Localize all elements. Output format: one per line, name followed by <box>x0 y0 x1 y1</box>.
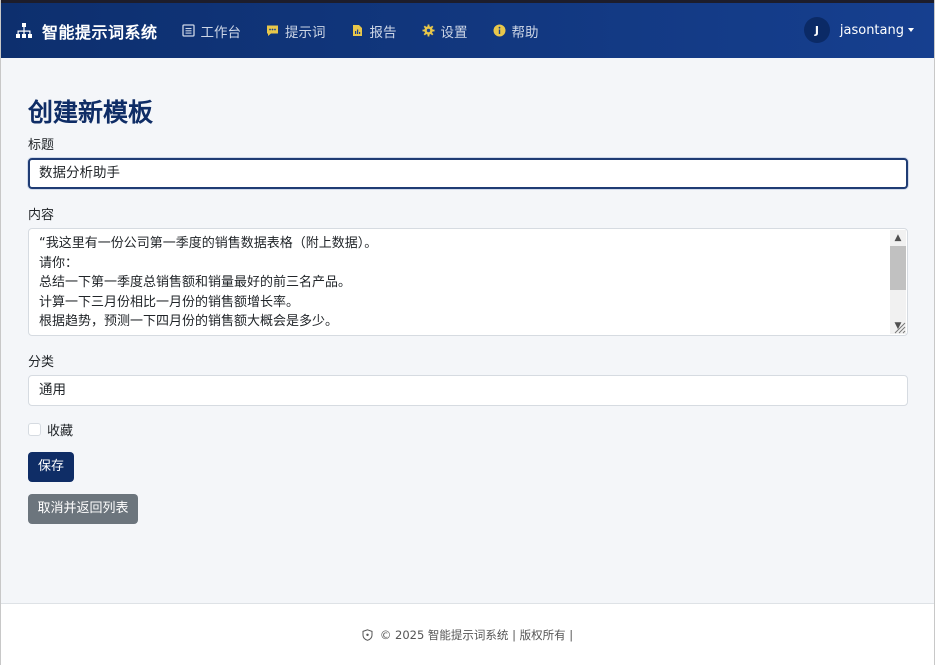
nav-label-reports: 报告 <box>369 24 397 41</box>
nav-label-workbench: 工作台 <box>200 24 242 41</box>
footer-text: © 2025 智能提示词系统 | 版权所有 | <box>379 627 574 642</box>
footer: © 2025 智能提示词系统 | 版权所有 | <box>1 603 934 665</box>
user-menu[interactable]: J jasontang <box>803 17 914 43</box>
username: jasontang <box>839 22 904 38</box>
nav-item-settings[interactable]: 设置 <box>422 21 468 41</box>
nav-label-prompts: 提示词 <box>285 24 326 41</box>
chevron-down-icon <box>908 28 914 32</box>
create-template-form: 创建新模板 标题 数据分析助手 内容 “我这里有一份公司第一季度的销售数据表格（… <box>28 96 908 524</box>
brand-title: 智能提示词系统 <box>42 22 158 42</box>
clipboard-icon <box>181 24 195 37</box>
top-navbar: 智能提示词系统 工作台 提示词 报告 设置 帮助 J jasontang <box>1 0 934 58</box>
cancel-button[interactable]: 取消并返回列表 <box>28 494 138 524</box>
content-line: 计算一下三月份相比一月份的销售额增长率。 <box>39 294 300 310</box>
brand[interactable]: 智能提示词系统 <box>15 19 158 43</box>
gear-icon <box>422 24 435 37</box>
nav-label-settings: 设置 <box>440 24 468 41</box>
favorite-row: 收藏 <box>28 420 908 439</box>
favorite-label[interactable]: 收藏 <box>47 420 73 439</box>
info-icon <box>493 24 506 37</box>
content-textarea[interactable]: “我这里有一份公司第一季度的销售数据表格（附上数据）。 请你： 总结一下第一季度总销… <box>28 228 908 336</box>
scroll-up-icon[interactable]: ▲ <box>890 230 906 246</box>
nav-item-workbench[interactable]: 工作台 <box>181 21 242 41</box>
shield-icon <box>362 628 373 641</box>
title-label: 标题 <box>28 138 55 153</box>
content-line: 总结一下第一季度总销售额和销量最好的前三名产品。 <box>39 275 352 290</box>
save-button[interactable]: 保存 <box>28 452 74 482</box>
nav-item-prompts[interactable]: 提示词 <box>266 21 326 41</box>
report-icon <box>352 25 362 36</box>
sitemap-icon <box>16 22 32 38</box>
avatar: J <box>803 17 830 43</box>
main-nav: 工作台 提示词 报告 设置 帮助 <box>181 21 564 41</box>
category-input[interactable]: 通用 <box>28 375 908 406</box>
chat-icon <box>267 25 279 36</box>
page-title: 创建新模板 <box>28 98 154 127</box>
textarea-scrollbar[interactable]: ▲ ▼ <box>890 230 906 334</box>
title-input[interactable]: 数据分析助手 <box>28 158 908 189</box>
favorite-checkbox[interactable] <box>28 423 41 436</box>
nav-item-help[interactable]: 帮助 <box>493 21 539 41</box>
content-line: 请你： <box>39 255 79 271</box>
content-line: 根据趋势，预测一下四月份的销售额大概会是多少。 <box>39 314 339 329</box>
content-text: “我这里有一份公司第一季度的销售数据表格（附上数据）。 请你： 总结一下第一季度总销… <box>29 229 889 335</box>
content-label: 内容 <box>28 208 55 223</box>
content-line: “我这里有一份公司第一季度的销售数据表格（附上数据）。 <box>39 236 378 251</box>
resize-grip-icon[interactable] <box>892 320 906 334</box>
nav-item-reports[interactable]: 报告 <box>351 21 397 41</box>
nav-label-help: 帮助 <box>511 24 539 41</box>
category-label: 分类 <box>28 355 55 370</box>
scrollbar-thumb[interactable] <box>890 246 906 290</box>
